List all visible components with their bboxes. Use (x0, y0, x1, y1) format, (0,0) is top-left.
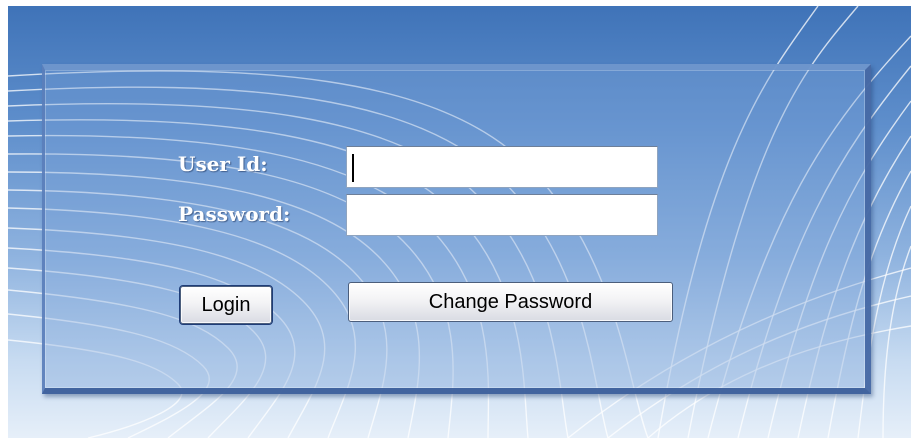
login-button[interactable]: Login (179, 285, 273, 325)
password-input[interactable] (346, 194, 658, 236)
text-caret (352, 154, 354, 182)
user-id-label: User Id: (178, 152, 268, 176)
change-password-button[interactable]: Change Password (348, 282, 673, 322)
user-id-input[interactable] (346, 146, 658, 188)
password-label: Password: (178, 202, 291, 226)
login-background: User Id: Password: Login Change Password (8, 6, 911, 438)
